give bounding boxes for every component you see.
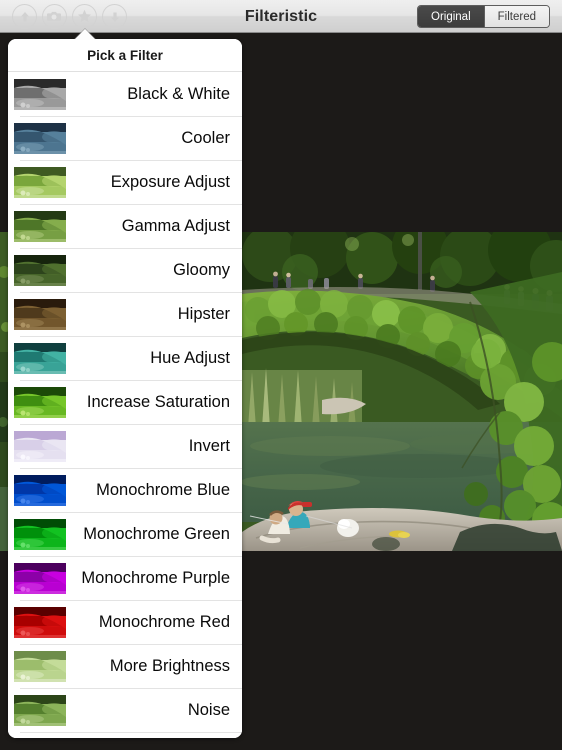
filter-label: Gloomy — [173, 260, 230, 279]
filter-row[interactable]: Cooler — [8, 116, 242, 160]
filter-thumbnail — [14, 166, 66, 198]
segment-filtered[interactable]: Filtered — [483, 6, 549, 27]
filter-list[interactable]: Black & White Cooler Exposure Adjust Gamma … — [8, 72, 242, 738]
filter-row[interactable]: Black & White — [8, 72, 242, 116]
filter-label: More Brightness — [109, 656, 230, 675]
filter-row[interactable]: Gloomy — [8, 248, 242, 292]
filter-thumbnail — [14, 342, 66, 374]
filter-row[interactable]: Gamma Adjust — [8, 204, 242, 248]
segment-original[interactable]: Original — [418, 6, 484, 27]
filter-label: Cooler — [181, 128, 230, 147]
filter-thumbnail — [14, 474, 66, 506]
popover-title: Pick a Filter — [8, 39, 242, 72]
filter-label: Increase Saturation — [86, 392, 230, 411]
filter-thumbnail — [14, 694, 66, 726]
filter-label: Gamma Adjust — [121, 216, 230, 235]
filteristic-app-window: Filteristic Original Filtered Pick a Fil… — [0, 0, 562, 750]
filter-thumbnail — [14, 78, 66, 110]
filter-thumbnail — [14, 254, 66, 286]
filter-row[interactable]: Monochrome Purple — [8, 556, 242, 600]
filter-label: Monochrome Blue — [96, 480, 230, 499]
view-mode-segmented-control[interactable]: Original Filtered — [417, 5, 550, 28]
filter-thumbnail — [14, 122, 66, 154]
filter-row[interactable]: Monochrome Blue — [8, 468, 242, 512]
filter-label: Monochrome Red — [98, 612, 230, 631]
filter-label: Hue Adjust — [150, 348, 230, 367]
filter-row[interactable]: Invert — [8, 424, 242, 468]
filter-thumbnail — [14, 606, 66, 638]
filter-thumbnail — [14, 386, 66, 418]
filter-row[interactable]: Exposure Adjust — [8, 160, 242, 204]
filter-label: Noise — [187, 700, 230, 719]
filter-row[interactable]: Hue Adjust — [8, 336, 242, 380]
filter-picker-popover: Pick a Filter Black & White Cooler Exposur… — [8, 39, 242, 738]
filter-row[interactable]: Monochrome Red — [8, 600, 242, 644]
filter-label: Hipster — [177, 304, 230, 323]
popover-arrow — [74, 29, 96, 40]
filter-row[interactable]: Monochrome Green — [8, 512, 242, 556]
filter-row[interactable]: Increase Saturation — [8, 380, 242, 424]
filter-thumbnail — [14, 298, 66, 330]
filter-row[interactable] — [8, 732, 242, 738]
filter-thumbnail — [14, 210, 66, 242]
filter-row[interactable]: Noise — [8, 688, 242, 732]
filter-label: Monochrome Purple — [81, 568, 230, 587]
filter-thumbnail — [14, 650, 66, 682]
filter-row[interactable]: More Brightness — [8, 644, 242, 688]
filter-label: Invert — [188, 436, 230, 455]
filter-thumbnail — [14, 518, 66, 550]
filter-label: Exposure Adjust — [110, 172, 230, 191]
filter-row[interactable]: Hipster — [8, 292, 242, 336]
filter-label: Black & White — [127, 84, 230, 103]
filter-label: Monochrome Green — [83, 524, 230, 543]
filter-thumbnail — [14, 562, 66, 594]
filter-thumbnail — [14, 430, 66, 462]
